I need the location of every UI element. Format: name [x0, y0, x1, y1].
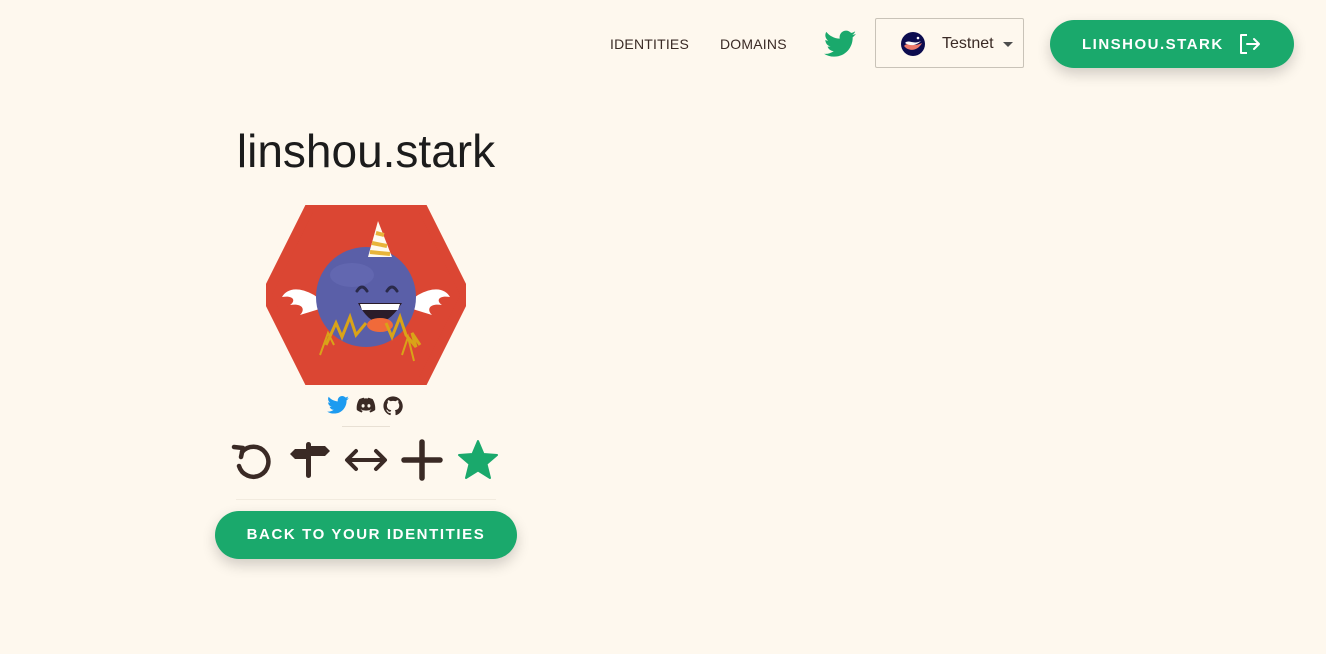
network-select[interactable]: Testnet [875, 18, 1024, 68]
plus-icon[interactable] [399, 438, 445, 482]
chevron-down-icon [1003, 42, 1013, 47]
network-selected-label: Testnet [942, 35, 994, 52]
identity-name-title: linshou.stark [236, 125, 496, 177]
divider [236, 499, 496, 500]
twitter-icon[interactable] [327, 396, 349, 414]
divider [342, 426, 390, 427]
signpost-icon[interactable] [287, 438, 333, 482]
wallet-account-label: LINSHOU.STARK [1082, 36, 1224, 53]
social-links [326, 396, 406, 416]
nav-identities-link[interactable]: IDENTITIES [610, 36, 689, 52]
renew-icon[interactable] [230, 438, 276, 482]
star-icon[interactable] [455, 438, 501, 482]
twitter-icon[interactable] [824, 30, 856, 58]
identity-actions [230, 438, 502, 482]
github-icon[interactable] [383, 396, 403, 416]
nav-domains-link[interactable]: DOMAINS [720, 36, 787, 52]
back-to-identities-button[interactable]: BACK TO YOUR IDENTITIES [215, 511, 517, 559]
wallet-account-button[interactable]: LINSHOU.STARK [1050, 20, 1294, 68]
transfer-arrows-icon[interactable] [343, 438, 389, 482]
logout-icon [1240, 34, 1260, 54]
discord-icon[interactable] [356, 396, 376, 414]
starknet-logo-icon [901, 32, 925, 56]
unicorn-bird-avatar [261, 202, 471, 388]
